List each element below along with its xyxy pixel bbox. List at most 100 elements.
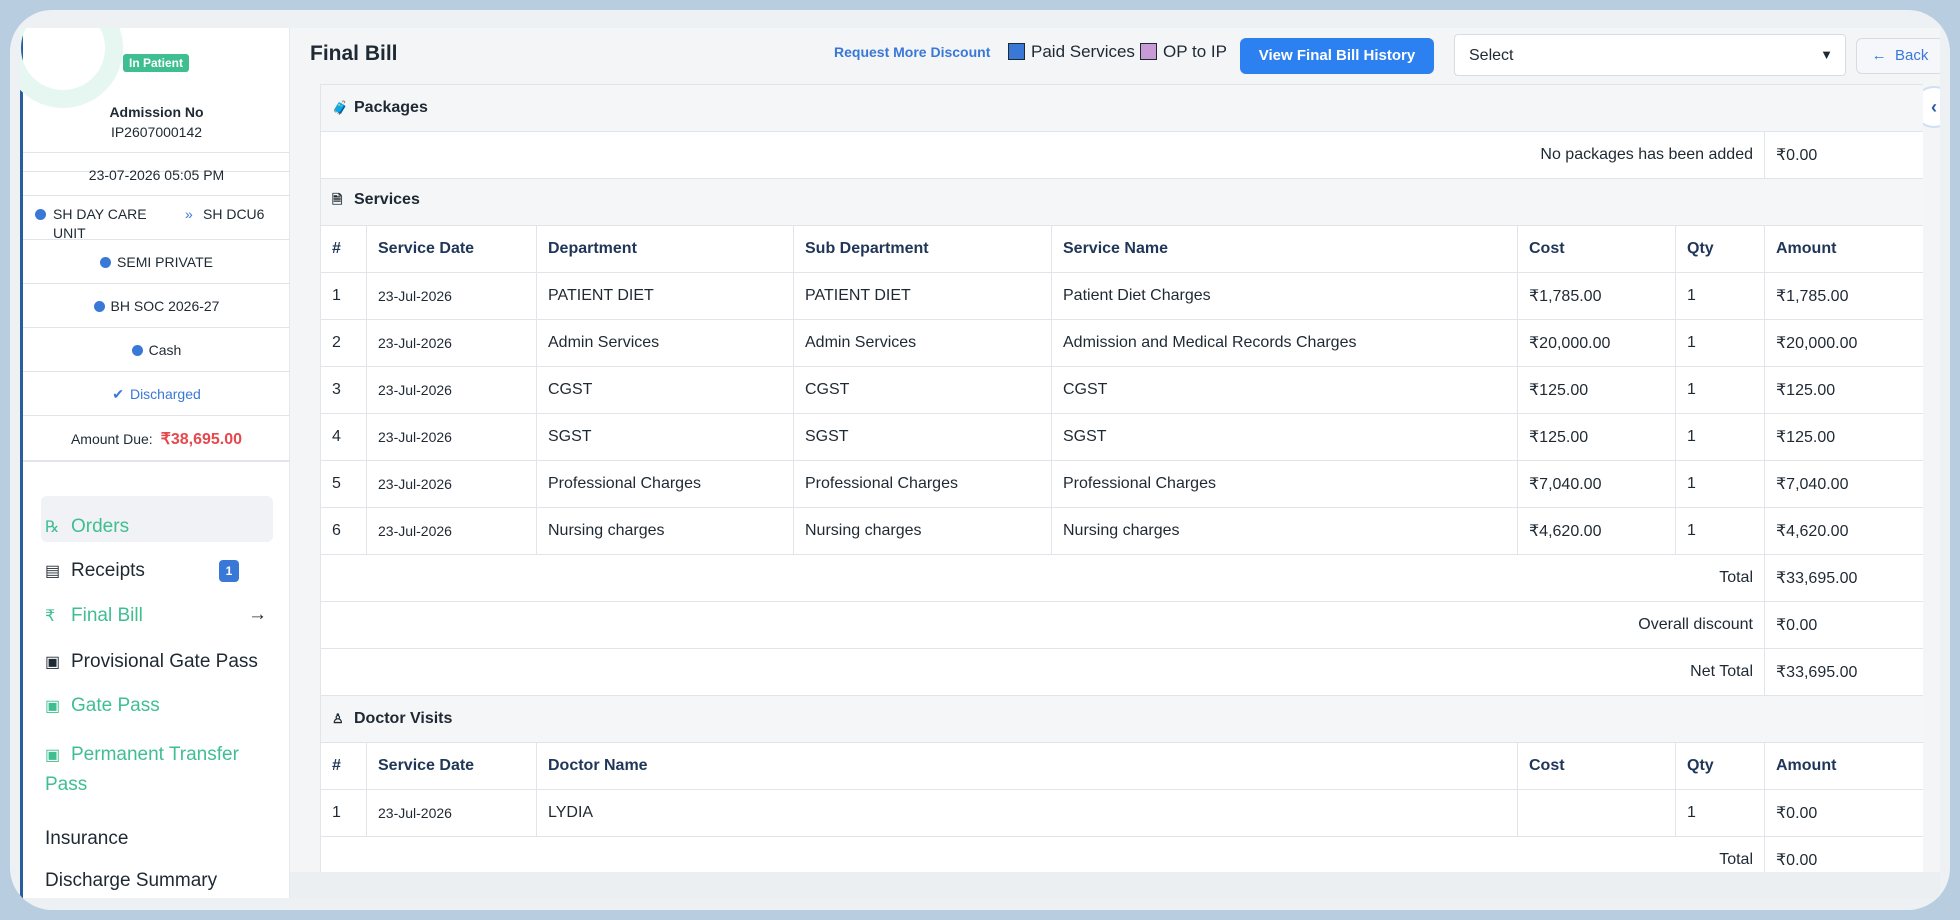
service-cell: Admin Services (536, 319, 794, 367)
top-bar: Final Bill Request More Discount Paid Se… (290, 28, 1940, 78)
rupee-icon: ₹ (45, 608, 56, 625)
services-total-label: Total (320, 554, 1765, 602)
services-total-value: ₹33,695.00 (1763, 554, 1923, 602)
doctor-visits-total-label: Total (320, 836, 1765, 872)
service-row: 1 23-Jul-2026 PATIENT DIET PATIENT DIET Pati… (320, 272, 1923, 320)
net-total-label: Net Total (320, 648, 1765, 696)
service-cell: ₹125.00 (1517, 413, 1676, 461)
package-icon: 🧳 (332, 100, 349, 115)
nav-item-insurance[interactable]: Insurance (45, 828, 128, 850)
services-title: Services (354, 191, 420, 208)
service-cell: CGST (536, 366, 794, 414)
arrow-right-icon: → (248, 604, 267, 625)
amount-due-block: Amount Due: ₹38,695.00 (23, 416, 290, 462)
document-icon: 🗎 (332, 192, 343, 207)
bill-table: 🧳 Packages No packages has been added ₹0.… (320, 84, 1923, 872)
service-cell: 23-Jul-2026 (366, 272, 537, 320)
service-cell: SGST (793, 413, 1052, 461)
status-badge: In Patient (123, 54, 190, 72)
overall-discount-row: Overall discount ₹0.00 (320, 601, 1923, 649)
scheme-block: BH SOC 2026-27 (23, 284, 290, 328)
arrow-left-icon: ← (1871, 47, 1887, 64)
nav-item-provisional-gate-pass[interactable]: ▣ Provisional Gate Pass (45, 651, 258, 673)
doctor-visit-cell (1517, 789, 1676, 837)
service-cell: ₹1,785.00 (1517, 272, 1676, 320)
nav-item-orders[interactable]: ℞ Orders (45, 516, 129, 538)
paid-swatch-icon (1008, 43, 1025, 60)
page-title: Final Bill (310, 42, 398, 65)
amount-due-label: Amount Due: (70, 431, 153, 447)
services-header-row: # Service Date Department Sub Department… (320, 225, 1923, 273)
scheme-dot-icon (93, 301, 105, 312)
packages-section-header: 🧳 Packages (320, 84, 1923, 132)
doctor-visit-cell: 23-Jul-2026 (366, 789, 537, 837)
doctor-visit-cell: 1 (320, 789, 367, 837)
service-cell: 5 (320, 460, 367, 508)
legend-op-ip-label: OP to IP (1163, 42, 1227, 61)
service-cell: ₹20,000.00 (1517, 319, 1676, 367)
service-cell: 3 (320, 366, 367, 414)
back-button[interactable]: ← Back (1856, 38, 1940, 74)
service-cell: 1 (1675, 366, 1765, 414)
service-cell: Professional Charges (536, 460, 794, 508)
service-cell: ₹1,785.00 (1763, 272, 1923, 320)
nav-item-permanent-transfer-pass[interactable]: ▣ Permanent Transfer Pass (45, 740, 239, 799)
service-cell: 1 (1675, 460, 1765, 508)
service-cell: 1 (1675, 413, 1765, 461)
chevron-left-icon: ‹ (1931, 97, 1937, 117)
nav-item-receipts[interactable]: ▤ Receipts (45, 560, 145, 582)
discharge-status: Discharged (129, 386, 201, 402)
services-section-header: 🗎 Services (320, 178, 1923, 226)
unit-dot-icon (35, 209, 46, 220)
service-cell: Nursing charges (793, 507, 1052, 555)
payment-dot-icon (131, 345, 143, 356)
packages-row: No packages has been added ₹0.00 (320, 131, 1923, 179)
nav-label-permanent-transfer-2: Pass (45, 774, 88, 795)
nav-item-discharge-summary[interactable]: Discharge Summary (45, 870, 217, 892)
service-cell: ₹125.00 (1763, 366, 1923, 414)
service-cell: 23-Jul-2026 (366, 366, 537, 414)
double-chevron-right-icon: » (185, 206, 193, 222)
payment-mode: Cash (148, 342, 182, 358)
doctor-visits-total-row: Total ₹0.00 (320, 836, 1923, 872)
net-total-value: ₹33,695.00 (1763, 648, 1923, 696)
service-cell: ₹7,040.00 (1763, 460, 1923, 508)
bill-content: 🧳 Packages No packages has been added ₹0.… (320, 84, 1923, 872)
legend-paid-label: Paid Services (1031, 42, 1135, 61)
room-type: SEMI PRIVATE (117, 254, 213, 270)
service-cell: ₹125.00 (1763, 413, 1923, 461)
service-cell: Professional Charges (1051, 460, 1518, 508)
service-cell: Professional Charges (793, 460, 1052, 508)
admission-datetime: 23-07-2026 05:05 PM (23, 152, 290, 196)
doctor-visit-cell: ₹0.00 (1763, 789, 1923, 837)
nav-item-gate-pass[interactable]: ▣ Gate Pass (45, 695, 160, 717)
device-frame: In Patient Admission No IP2607000142 23-… (10, 10, 1950, 910)
services-total-row: Total ₹33,695.00 (320, 554, 1923, 602)
service-cell: 1 (320, 272, 367, 320)
doctor-visits-total-value: ₹0.00 (1763, 836, 1923, 872)
room-dot-icon (100, 257, 112, 268)
service-cell: 1 (1675, 319, 1765, 367)
nav-label-permanent-transfer-1: Permanent Transfer (71, 744, 239, 765)
service-cell: PATIENT DIET (536, 272, 794, 320)
service-cell: Admission and Medical Records Charges (1051, 319, 1518, 367)
dv-col-qty: Qty (1675, 742, 1765, 790)
request-discount-link[interactable]: Request More Discount (834, 44, 990, 60)
view-final-bill-history-button[interactable]: View Final Bill History (1240, 38, 1434, 74)
nav-item-final-bill[interactable]: ₹ Final Bill (45, 605, 143, 627)
doctor-icon: ♙ (332, 711, 344, 726)
legend-op-to-ip: OP to IP (1140, 42, 1227, 62)
bill-select[interactable]: Select ▼ (1454, 34, 1846, 76)
doctor-visit-cell: LYDIA (536, 789, 1518, 837)
service-cell: Patient Diet Charges (1051, 272, 1518, 320)
nav-label-provisional-gate-pass: Provisional Gate Pass (71, 651, 258, 672)
overall-discount-label: Overall discount (320, 601, 1765, 649)
col-cost: Cost (1517, 225, 1676, 273)
amount-due-value: ₹38,695.00 (160, 431, 243, 448)
col-index: # (320, 225, 367, 273)
scheme-name: BH SOC 2026-27 (110, 298, 220, 314)
service-row: 3 23-Jul-2026 CGST CGST CGST ₹125.00 1 ₹125.00 (320, 366, 1923, 414)
service-cell: Admin Services (793, 319, 1052, 367)
service-cell: 4 (320, 413, 367, 461)
service-row: 4 23-Jul-2026 SGST SGST SGST ₹125.00 1 ₹125.00 (320, 413, 1923, 461)
